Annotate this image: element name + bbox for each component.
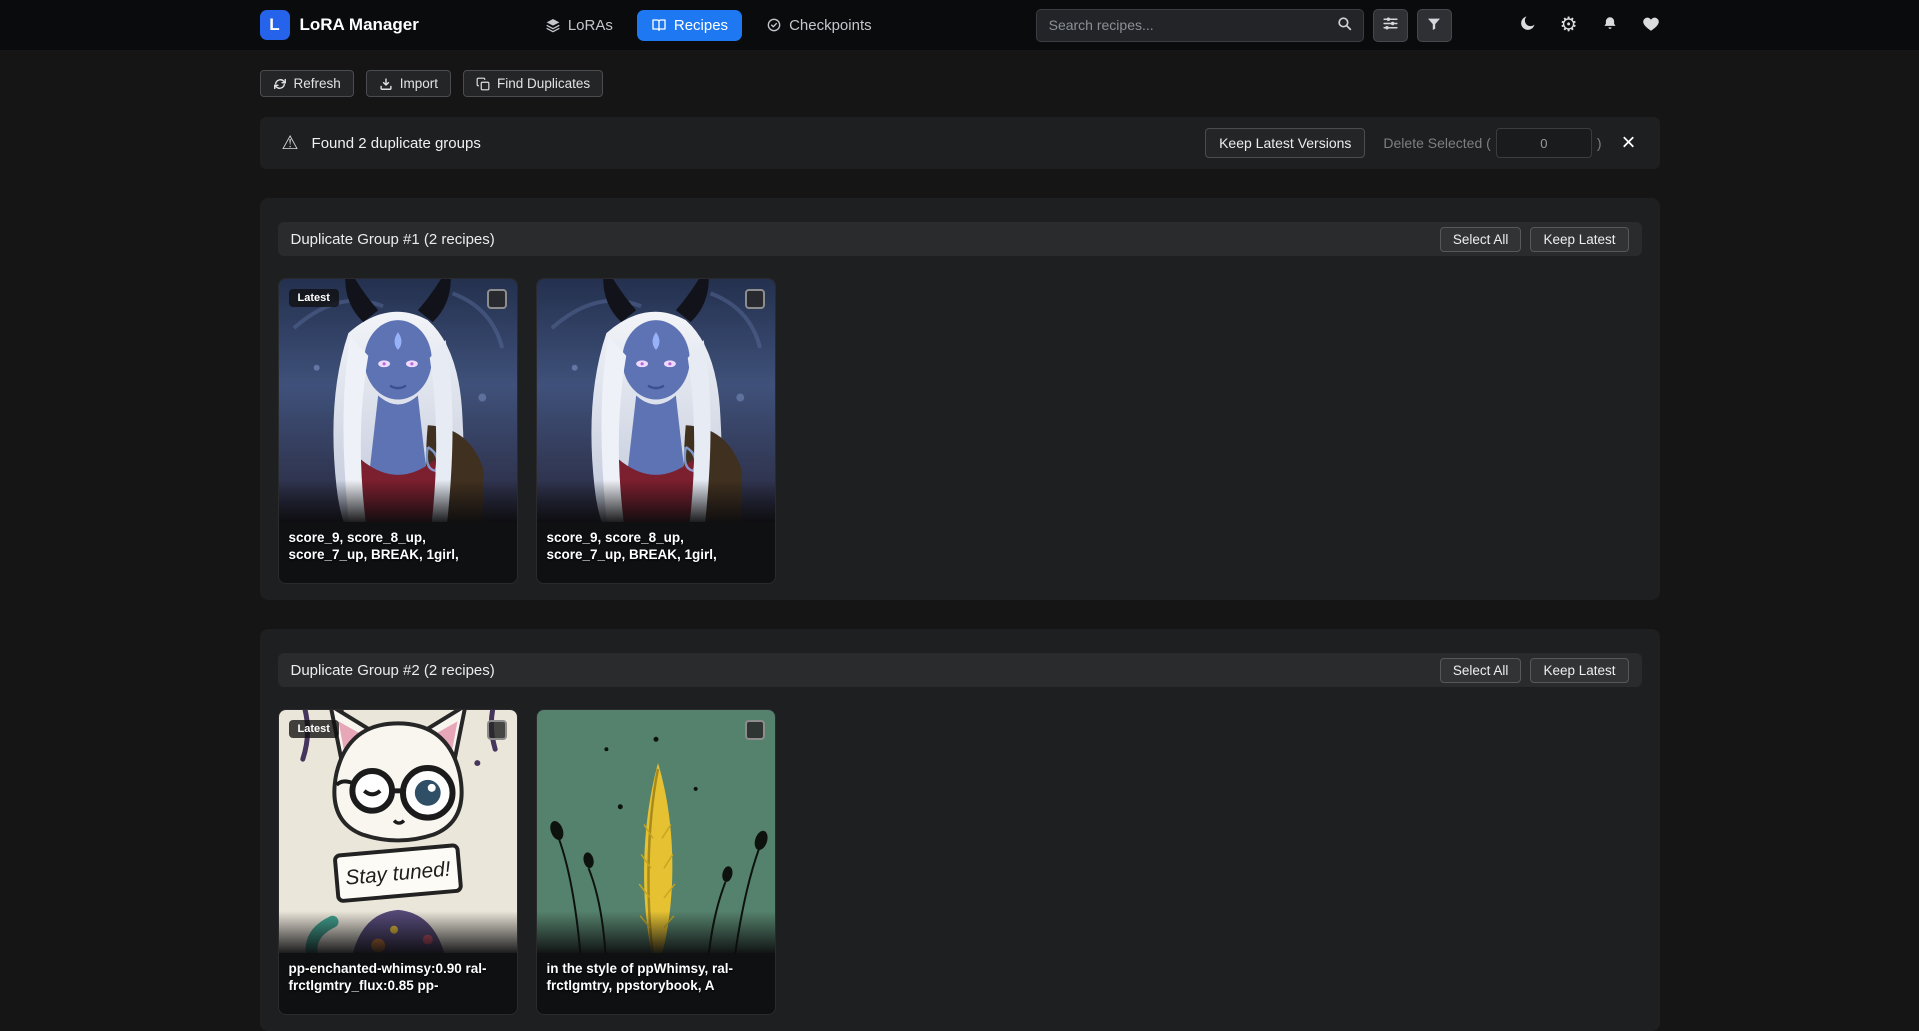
heart-icon [1642,15,1660,36]
search-button[interactable] [1326,15,1363,35]
duplicate-group-2: Duplicate Group #2 (2 recipes) Select Al… [260,629,1660,1031]
recipe-card[interactable]: Latest score_9, score_8_up, score_7_up, … [278,278,518,584]
banner-message: Found 2 duplicate groups [312,135,481,152]
recipe-image [279,279,517,522]
recipe-card[interactable]: score_9, score_8_up, score_7_up, BREAK, … [536,278,776,584]
group-cards: Stay tuned! Latest pp-enchanted-whimsy:0… [278,709,1642,1015]
app-title: LoRA Manager [300,15,419,35]
keep-latest-versions-button[interactable]: Keep Latest Versions [1205,128,1365,158]
recipe-caption: pp-enchanted-whimsy:0.90 ral-frctlgmtry_… [279,953,517,1014]
nav-tab-label: Recipes [674,17,728,34]
delete-count-input[interactable] [1496,128,1592,158]
nav-tab-checkpoints[interactable]: Checkpoints [752,10,886,41]
gear-icon: ⚙ [1560,15,1578,35]
find-duplicates-button[interactable]: Find Duplicates [463,70,603,97]
support-button[interactable] [1642,15,1660,36]
nav-tab-label: Checkpoints [789,17,872,34]
main-nav: LoRAs Recipes Checkpoints [531,10,886,41]
recipe-image: Stay tuned! [279,710,517,953]
duplicate-group-1: Duplicate Group #1 (2 recipes) Select Al… [260,198,1660,600]
sliders-button[interactable] [1373,9,1408,42]
keep-latest-button[interactable]: Keep Latest [1530,658,1628,683]
search-group [1036,9,1452,42]
check-circle-icon [766,17,782,33]
delete-selected-control: Delete Selected ( ) [1383,128,1601,158]
app-logo[interactable]: L [260,10,290,40]
notifications-button[interactable] [1601,15,1619,36]
recipe-caption: score_9, score_8_up, score_7_up, BREAK, … [537,522,775,583]
moon-icon [1518,14,1537,36]
nav-tab-label: LoRAs [568,17,613,34]
search-input[interactable] [1037,17,1326,33]
group-title: Duplicate Group #1 (2 recipes) [291,231,495,248]
recipe-image [537,279,775,522]
select-all-button[interactable]: Select All [1440,658,1522,683]
layers-icon [545,17,561,33]
recipe-checkbox[interactable] [745,289,765,309]
app-brand: L LoRA Manager [260,10,419,40]
main-content: Refresh Import Find Duplicates ⚠ Found 2… [260,70,1660,1031]
recipe-caption: in the style of ppWhimsy, ral-frctlgmtry… [537,953,775,1014]
recipe-caption: score_9, score_8_up, score_7_up, BREAK, … [279,522,517,583]
import-icon [379,77,393,91]
keep-latest-button[interactable]: Keep Latest [1530,227,1628,252]
bell-icon [1601,15,1619,36]
top-navbar: L LoRA Manager LoRAs Recipes C [0,0,1919,50]
duplicates-banner: ⚠ Found 2 duplicate groups Keep Latest V… [260,117,1660,169]
recipes-toolbar: Refresh Import Find Duplicates [260,70,1660,97]
recipe-card[interactable]: Stay tuned! Latest pp-enchanted-whimsy:0… [278,709,518,1015]
recipe-checkbox[interactable] [487,289,507,309]
nav-actions: ⚙ [1518,14,1660,36]
settings-button[interactable]: ⚙ [1560,15,1578,35]
recipe-card[interactable]: in the style of ppWhimsy, ral-frctlgmtry… [536,709,776,1015]
copy-icon [476,77,490,91]
filter-button[interactable] [1417,9,1452,42]
theme-toggle-button[interactable] [1518,14,1537,36]
import-label: Import [400,76,438,91]
recipe-checkbox[interactable] [745,720,765,740]
delete-selected-suffix: ) [1597,135,1602,151]
nav-tab-loras[interactable]: LoRAs [531,10,627,41]
find-duplicates-label: Find Duplicates [497,76,590,91]
warning-icon: ⚠ [282,132,299,155]
group-header: Duplicate Group #1 (2 recipes) Select Al… [278,222,1642,256]
import-button[interactable]: Import [366,70,451,97]
search-box [1036,9,1364,42]
recipe-image [537,710,775,953]
banner-close-button[interactable]: × [1619,131,1637,155]
sliders-icon [1382,15,1399,35]
select-all-button[interactable]: Select All [1440,227,1522,252]
group-header: Duplicate Group #2 (2 recipes) Select Al… [278,653,1642,687]
recipe-checkbox[interactable] [487,720,507,740]
book-icon [651,17,667,33]
refresh-label: Refresh [294,76,341,91]
refresh-button[interactable]: Refresh [260,70,354,97]
latest-badge: Latest [289,289,339,307]
group-cards: Latest score_9, score_8_up, score_7_up, … [278,278,1642,584]
app-logo-letter: L [269,15,279,35]
funnel-icon [1426,16,1442,35]
delete-selected-prefix: Delete Selected ( [1383,135,1490,151]
search-icon [1336,15,1353,35]
nav-tab-recipes[interactable]: Recipes [637,10,742,41]
latest-badge: Latest [289,720,339,738]
refresh-icon [273,77,287,91]
group-title: Duplicate Group #2 (2 recipes) [291,662,495,679]
